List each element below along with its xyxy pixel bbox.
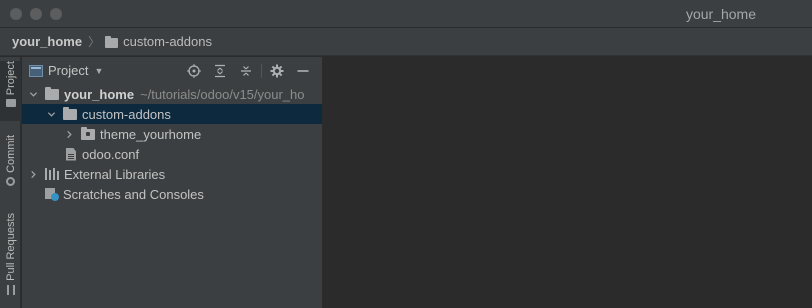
editor-area[interactable] — [324, 57, 812, 308]
tree-item-label: theme_yourhome — [100, 126, 202, 142]
locate-icon[interactable] — [181, 62, 207, 80]
folder-icon — [63, 106, 77, 120]
tool-tab-label: Pull Requests — [4, 213, 17, 281]
scratches-icon — [45, 187, 59, 201]
tool-tab-label: Commit — [4, 135, 17, 173]
breadcrumb-separator-icon: 〉 — [88, 35, 101, 49]
title-bar: your_home — [0, 0, 812, 28]
navigation-bar: your_home 〉 custom-addons — [0, 28, 812, 56]
breadcrumb-root[interactable]: your_home — [12, 34, 82, 49]
module-folder-icon — [81, 126, 95, 140]
tool-tab-project[interactable]: Project — [0, 61, 21, 121]
tree-item-label: your_home — [64, 86, 135, 102]
tool-tab-pull-requests[interactable]: Pull Requests — [0, 213, 21, 303]
toolbar-divider — [261, 64, 262, 78]
chevron-down-icon[interactable]: ▼ — [94, 66, 103, 76]
commit-icon — [6, 176, 15, 186]
folder-icon — [105, 35, 119, 48]
tree-item-custom-addons[interactable]: custom-addons — [22, 104, 322, 124]
tree-item-label: custom-addons — [82, 106, 171, 122]
project-view-selector[interactable]: Project — [48, 63, 88, 78]
tree-item-label: External Libraries — [64, 166, 166, 182]
minimize-window-button[interactable] — [30, 8, 42, 20]
expand-all-icon[interactable] — [207, 62, 233, 80]
close-window-button[interactable] — [10, 8, 22, 20]
zoom-window-button[interactable] — [50, 8, 62, 20]
tool-tab-label: Project — [4, 61, 17, 96]
tree-item-theme-yourhome[interactable]: theme_yourhome — [22, 124, 322, 144]
window-title: your_home — [685, 6, 756, 22]
chevron-down-icon[interactable] — [27, 88, 39, 100]
text-file-icon — [66, 147, 76, 161]
library-icon — [45, 168, 59, 180]
chevron-right-icon[interactable] — [27, 168, 39, 180]
tree-item-label: Scratches and Consoles — [63, 186, 204, 202]
project-panel: Project ▼ your_home ~/tutorials/odoo/v15… — [22, 57, 323, 308]
project-tree: your_home ~/tutorials/odoo/v15/your_ho c… — [22, 84, 322, 204]
pull-request-icon — [6, 284, 15, 295]
tool-window-stripe: Project Commit Pull Requests — [0, 57, 21, 308]
project-panel-header: Project ▼ — [22, 57, 322, 84]
collapse-all-icon[interactable] — [233, 62, 259, 80]
tree-item-root[interactable]: your_home ~/tutorials/odoo/v15/your_ho — [22, 84, 322, 104]
chevron-right-icon[interactable] — [63, 128, 75, 140]
folder-icon — [45, 86, 59, 100]
tree-item-path: ~/tutorials/odoo/v15/your_ho — [140, 86, 305, 102]
folder-icon — [5, 99, 16, 108]
tree-item-odoo-conf[interactable]: odoo.conf — [22, 144, 322, 164]
gear-icon[interactable] — [264, 62, 290, 80]
chevron-down-icon[interactable] — [45, 108, 57, 120]
tree-item-scratches[interactable]: Scratches and Consoles — [22, 184, 322, 204]
tree-item-external-libraries[interactable]: External Libraries — [22, 164, 322, 184]
tree-item-label: odoo.conf — [82, 146, 140, 162]
project-view-icon — [29, 64, 43, 77]
hide-icon[interactable] — [290, 62, 316, 80]
breadcrumb-folder[interactable]: custom-addons — [123, 34, 212, 49]
tool-tab-commit[interactable]: Commit — [0, 135, 21, 195]
